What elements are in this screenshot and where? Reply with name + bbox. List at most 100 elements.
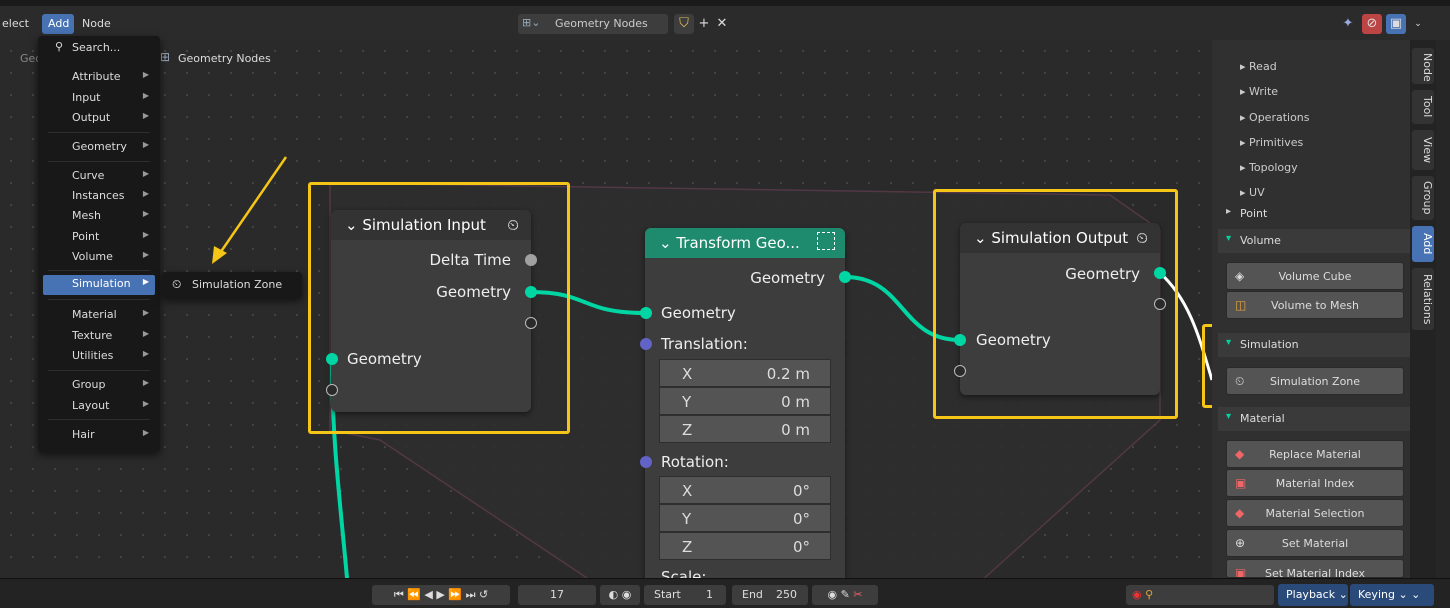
panel-point[interactable]: ▸ Point	[1218, 202, 1412, 226]
simulation-output-node[interactable]: ⌄ Simulation Output ⏲ Geometry Geometry	[960, 223, 1160, 395]
prev-keyframe-icon[interactable]: ⏪	[407, 588, 421, 601]
sim-input-geometry-in-socket[interactable]	[326, 353, 338, 365]
translation-socket[interactable]	[640, 338, 652, 350]
menu-item-point[interactable]: Point ▶	[43, 228, 155, 246]
set-material-index-button[interactable]: ▣ Set Material Index	[1226, 559, 1404, 578]
material-index-button[interactable]: ▣ Material Index	[1226, 469, 1404, 497]
current-frame-field[interactable]: 17	[518, 585, 596, 605]
draw-icon[interactable]: ✎	[841, 588, 850, 601]
fake-user-shield-icon[interactable]: ⛉	[674, 14, 694, 34]
menu-node[interactable]: Node	[82, 17, 111, 30]
sidebar-scrollbar[interactable]	[1436, 40, 1450, 578]
play-icon[interactable]: ▶	[436, 588, 444, 601]
menu-item-simulation[interactable]: Simulation ▶	[43, 275, 155, 295]
sidebar-item-topology[interactable]: ▸ Topology	[1240, 161, 1298, 174]
transform-geometry-out-socket[interactable]	[839, 271, 851, 283]
jump-start-icon[interactable]: ⏮	[394, 588, 404, 601]
menu-item-input[interactable]: Input ▶	[43, 89, 155, 107]
translation-y-field[interactable]: Y 0 m	[659, 387, 831, 415]
rotation-y-field[interactable]: Y 0°	[659, 504, 831, 532]
simulation-zone-button[interactable]: ⏲ Simulation Zone	[1226, 367, 1404, 395]
sim-output-geometry-in-socket[interactable]	[954, 334, 966, 346]
view-toggle-icon[interactable]: ▣	[1386, 14, 1406, 34]
menu-item-hair[interactable]: Hair ▶	[43, 426, 155, 444]
menu-item-layout[interactable]: Layout ▶	[43, 397, 155, 415]
sidebar-item-write[interactable]: ▸ Write	[1240, 85, 1278, 98]
replace-material-button[interactable]: ◆ Replace Material	[1226, 440, 1404, 468]
node-tree-selector[interactable]: ⊞⌄ Geometry Nodes	[518, 14, 668, 34]
menu-item-utilities[interactable]: Utilities ▶	[43, 347, 155, 365]
menu-item-volume[interactable]: Volume ▶	[43, 248, 155, 266]
menu-select[interactable]: elect	[2, 17, 29, 30]
marker-icon[interactable]: ◉	[827, 588, 837, 601]
tab-tool[interactable]: Tool	[1412, 90, 1434, 124]
loop-icon[interactable]: ↺	[479, 588, 488, 601]
menu-item-output[interactable]: Output ▶	[43, 109, 155, 127]
menu-item-attribute[interactable]: Attribute ▶	[43, 68, 155, 86]
sim-output-extra-out-socket[interactable]	[1154, 298, 1166, 310]
keying-dropdown[interactable]: Keying ⌄ ⌄	[1350, 584, 1434, 606]
tab-relations[interactable]: Relations	[1412, 268, 1434, 330]
menu-item-mesh[interactable]: Mesh ▶	[43, 207, 155, 225]
menu-add[interactable]: Add	[42, 14, 74, 34]
rotation-x-field[interactable]: X 0°	[659, 476, 831, 504]
sidebar-item-operations[interactable]: ▸ Operations	[1240, 111, 1310, 124]
tab-add[interactable]: Add	[1412, 226, 1434, 262]
transform-header[interactable]: ⌄ Transform Geo...	[645, 228, 845, 258]
keyframe-marker-icons[interactable]: ◐ ◉	[600, 585, 640, 605]
menu-item-curve[interactable]: Curve ▶	[43, 167, 155, 185]
overlay-toggle-icon[interactable]: ⊘	[1362, 14, 1382, 34]
transform-geometry-node[interactable]: ⌄ Transform Geo... Geometry Geometry Tra…	[645, 228, 845, 578]
delta-time-socket[interactable]	[525, 254, 537, 266]
translation-z-field[interactable]: Z 0 m	[659, 415, 831, 443]
sidebar-item-uv[interactable]: ▸ UV	[1240, 186, 1265, 199]
playback-dropdown[interactable]: Playback ⌄	[1278, 584, 1348, 606]
next-keyframe-icon[interactable]: ⏩	[448, 588, 462, 601]
timeline-tool-icons[interactable]: ◉ ✎ ✂	[812, 585, 878, 605]
sidebar-item-primitives[interactable]: ▸ Primitives	[1240, 136, 1303, 149]
set-material-button[interactable]: ⊕ Set Material	[1226, 529, 1404, 557]
menu-item-material[interactable]: Material ▶	[43, 306, 155, 324]
sim-output-extra-in-socket[interactable]	[954, 365, 966, 377]
pin-icon[interactable]: ✦	[1338, 14, 1358, 34]
transform-geometry-in-socket[interactable]	[640, 307, 652, 319]
delete-icon[interactable]: ✂	[853, 588, 862, 601]
playback-controls[interactable]: ⏮ ⏪ ◀ ▶ ⏩ ⏭ ↺	[372, 585, 510, 605]
panel-simulation[interactable]: ▾ Simulation	[1218, 333, 1412, 357]
sim-input-extra-in-socket[interactable]	[326, 384, 338, 396]
new-tree-icon[interactable]: +	[694, 14, 714, 34]
volume-to-mesh-button[interactable]: ◫ Volume to Mesh	[1226, 291, 1404, 319]
tab-group[interactable]: Group	[1412, 176, 1434, 220]
translation-x-field[interactable]: X 0.2 m	[659, 359, 831, 387]
rotation-z-field[interactable]: Z 0°	[659, 532, 831, 560]
material-selection-button[interactable]: ◆ Material Selection	[1226, 499, 1404, 527]
volume-cube-button[interactable]: ◈ Volume Cube	[1226, 262, 1404, 290]
collapse-chevron-icon[interactable]: ⌄	[345, 216, 362, 234]
menu-item-geometry[interactable]: Geometry ▶	[43, 138, 155, 156]
collapse-chevron-icon[interactable]: ⌄	[974, 229, 991, 247]
end-frame-field[interactable]: End 250	[732, 585, 808, 605]
menu-item-instances[interactable]: Instances ▶	[43, 187, 155, 205]
start-frame-field[interactable]: Start 1	[644, 585, 726, 605]
simulation-input-node[interactable]: ⌄ Simulation Input ⏲ Delta Time Geometry…	[331, 210, 531, 412]
panel-volume[interactable]: ▾ Volume	[1218, 229, 1412, 253]
sim-input-geometry-out-socket[interactable]	[525, 286, 537, 298]
record-icon[interactable]: ◉	[1132, 588, 1142, 601]
play-reverse-icon[interactable]: ◀	[424, 588, 432, 601]
simulation-input-header[interactable]: ⌄ Simulation Input ⏲	[331, 210, 531, 240]
view-dropdown-icon[interactable]: ⌄	[1408, 14, 1428, 34]
sidebar-item-read[interactable]: ▸ Read	[1240, 60, 1277, 73]
menu-item-texture[interactable]: Texture ▶	[43, 327, 155, 345]
tab-view[interactable]: View	[1412, 130, 1434, 170]
menu-search[interactable]: ⚲ Search...	[43, 39, 155, 57]
jump-end-icon[interactable]: ⏭	[466, 588, 476, 601]
auto-key-icon[interactable]: ⚲	[1145, 588, 1153, 601]
panel-material[interactable]: ▾ Material	[1218, 407, 1412, 431]
rotation-socket[interactable]	[640, 456, 652, 468]
sim-input-extra-out-socket[interactable]	[525, 317, 537, 329]
close-tree-icon[interactable]: ✕	[712, 14, 732, 34]
simulation-output-header[interactable]: ⌄ Simulation Output ⏲	[960, 223, 1160, 253]
sim-output-geometry-out-socket[interactable]	[1154, 267, 1166, 279]
simulation-submenu[interactable]: ⏲ Simulation Zone	[162, 272, 302, 298]
tab-node[interactable]: Node	[1412, 48, 1434, 84]
